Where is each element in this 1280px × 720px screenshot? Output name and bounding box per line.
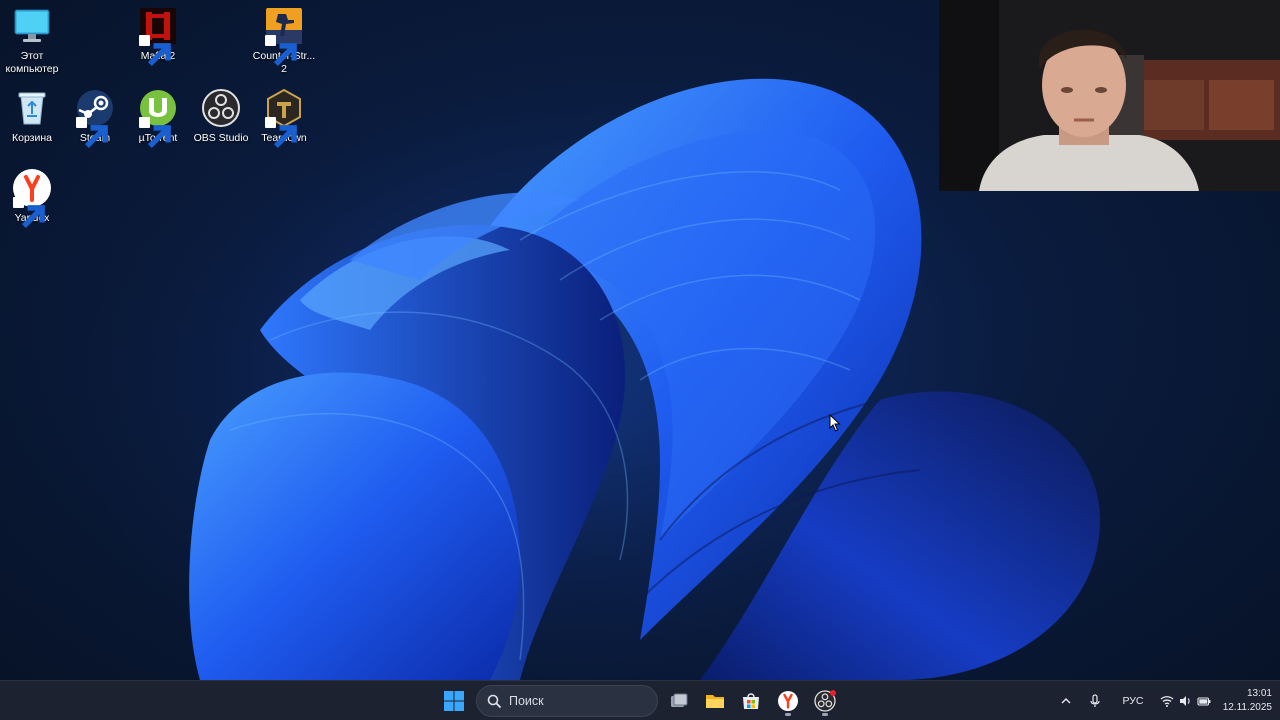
file-explorer-button[interactable] — [699, 685, 731, 717]
obs-icon — [201, 88, 241, 128]
mafia-icon — [138, 6, 178, 67]
system-tray: РУС — [1056, 681, 1214, 720]
volume-icon — [1176, 694, 1194, 708]
task-view-button[interactable] — [663, 685, 695, 717]
wifi-icon — [1158, 694, 1176, 708]
chevron-up-icon — [1061, 698, 1071, 704]
task-view-icon — [671, 693, 688, 707]
recording-dot-icon — [830, 690, 836, 696]
desktop-icon-label: OBS Studio — [193, 132, 249, 144]
shortcut-arrow-icon — [13, 197, 45, 229]
store-icon — [743, 693, 759, 709]
taskbar-search-box[interactable]: Поиск — [476, 685, 658, 717]
yandex-browser-icon — [778, 691, 798, 711]
desktop-icon-utorrent[interactable]: µTorrent — [126, 88, 190, 149]
search-icon — [487, 694, 501, 708]
desktop-icon-label: Корзина — [12, 132, 52, 144]
microphone-button[interactable] — [1080, 681, 1110, 720]
obs-icon — [814, 690, 836, 712]
microphone-icon — [1090, 694, 1100, 707]
desktop-icon-mafia-2[interactable]: Mafia 2 — [126, 6, 190, 67]
microsoft-store-button[interactable] — [735, 685, 767, 717]
obs-taskbar-button[interactable] — [809, 685, 841, 717]
file-explorer-icon — [706, 695, 724, 708]
language-indicator[interactable]: РУС — [1114, 681, 1152, 720]
yandex-icon — [12, 168, 52, 229]
desktop-icon-steam[interactable]: Steam — [63, 88, 127, 149]
mouse-cursor-icon — [829, 414, 841, 432]
yandex-browser-button[interactable] — [772, 685, 804, 717]
utorrent-icon — [138, 88, 178, 149]
monitor-icon — [12, 6, 52, 46]
running-indicator — [785, 713, 791, 716]
clock-date: 12.11.2025 — [1222, 702, 1272, 713]
shortcut-arrow-icon — [265, 117, 297, 149]
clock-time: 13:01 — [1246, 688, 1272, 699]
start-button[interactable] — [438, 685, 470, 717]
language-label: РУС — [1122, 695, 1144, 707]
desktop-icon-counter-strike-2[interactable]: Counter-Str... 2 — [252, 6, 316, 76]
running-indicator — [822, 713, 828, 716]
desktop-icon-teardown[interactable]: Teardown — [252, 88, 316, 149]
clock-button[interactable]: 13:01 12.11.2025 — [1210, 687, 1272, 715]
desktop-icon-obs-studio[interactable]: OBS Studio — [189, 88, 253, 145]
search-placeholder: Поиск — [509, 694, 544, 708]
recycle-bin-icon — [12, 88, 52, 128]
counter-strike-icon — [264, 6, 304, 67]
shortcut-arrow-icon — [265, 35, 297, 67]
shortcut-arrow-icon — [139, 35, 171, 67]
shortcut-arrow-icon — [76, 117, 108, 149]
desktop-icon-recycle-bin[interactable]: Корзина — [0, 88, 64, 145]
start-icon — [444, 691, 464, 711]
show-hidden-icons-button[interactable] — [1056, 681, 1076, 720]
desktop-icon-this-pc[interactable]: Этот компьютер — [0, 6, 64, 76]
steam-icon — [75, 88, 115, 149]
shortcut-arrow-icon — [139, 117, 171, 149]
desktop-icon-label: Этот компьютер — [5, 50, 59, 75]
desktop-icon-yandex[interactable]: Yandex — [0, 168, 64, 229]
quick-settings-button[interactable] — [1158, 681, 1214, 720]
webcam-overlay — [939, 0, 1280, 191]
teardown-icon — [264, 88, 304, 149]
taskbar: Поиск РУС 13:01 12.11.2025 — [0, 680, 1280, 720]
